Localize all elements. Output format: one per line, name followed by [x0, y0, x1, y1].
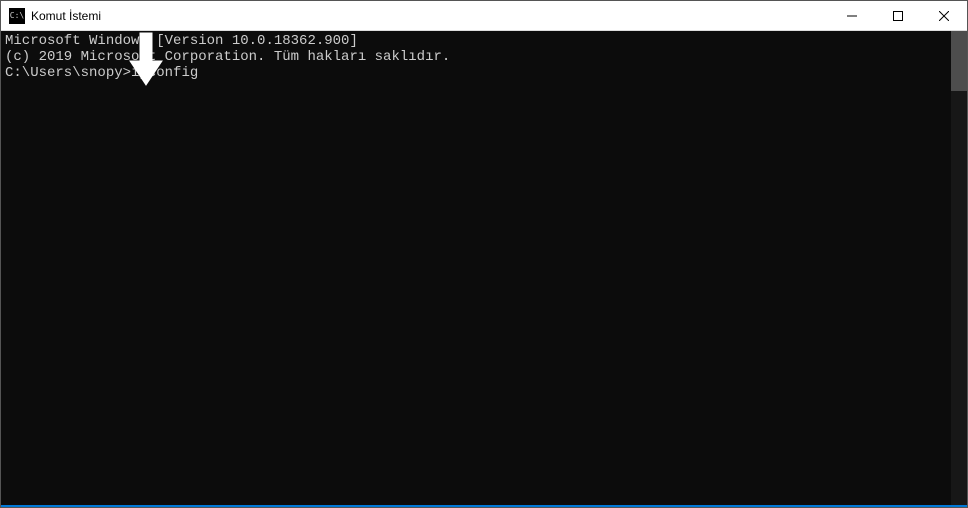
terminal-area[interactable]: Microsoft Windows [Version 10.0.18362.90…: [1, 31, 967, 505]
window-controls: [829, 1, 967, 30]
taskbar-strip: [1, 505, 967, 507]
command-prompt-window: C:\ Komut İstemi Microsoft Windows [: [0, 0, 968, 508]
app-icon: C:\: [9, 8, 25, 24]
maximize-button[interactable]: [875, 1, 921, 30]
titlebar[interactable]: C:\ Komut İstemi: [1, 1, 967, 31]
vertical-scrollbar[interactable]: [951, 31, 967, 505]
arrow-annotation-icon: [126, 31, 166, 96]
close-icon: [939, 11, 949, 21]
scrollbar-thumb[interactable]: [951, 31, 967, 91]
terminal-prompt: C:\Users\snopy>: [5, 65, 131, 81]
window-title: Komut İstemi: [31, 9, 829, 23]
minimize-icon: [847, 11, 857, 21]
maximize-icon: [893, 11, 903, 21]
minimize-button[interactable]: [829, 1, 875, 30]
close-button[interactable]: [921, 1, 967, 30]
